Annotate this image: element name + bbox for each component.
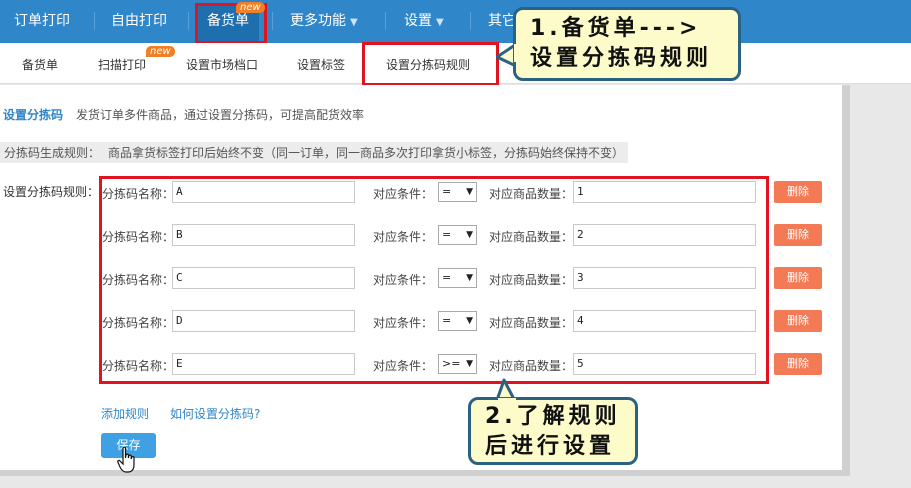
chevron-down-icon: ▼ [466,187,473,197]
delete-rule-button[interactable]: 删除 [774,310,822,332]
rule-qty-label: 对应商品数量： [489,273,574,287]
hand-cursor-icon [117,446,135,473]
rule-name-label: 分拣码名称： [102,230,175,244]
rule-cond-select[interactable]: = ▼ [438,182,477,202]
new-badge: new [236,2,265,13]
rule-qty-label: 对应商品数量： [489,187,574,201]
chevron-down-icon: ▼ [466,359,473,369]
nav-separator [385,12,386,30]
nav-separator [94,12,95,30]
tab-market-stall[interactable]: 设置市场档口 [186,43,258,83]
nav-separator [188,12,189,30]
callout-pointer-joint [498,398,516,406]
callout-step-1-line2: 设置分拣码规则 [530,46,713,71]
callout-step-1-line1: 1.备货单---> [530,16,702,41]
rule-qty-label: 对应商品数量： [489,230,574,244]
delete-rule-button[interactable]: 删除 [774,224,822,246]
rule-qty-input[interactable]: 4 [573,310,756,332]
chevron-down-icon: ▼ [436,17,444,28]
chevron-down-icon: ▼ [350,17,358,28]
rule-name-label: 分拣码名称： [102,187,175,201]
rule-name-input[interactable]: C [172,267,355,289]
nav-more-features[interactable]: 更多功能 ▼ [290,0,358,43]
nav-separator [470,12,471,30]
nav-other[interactable]: 其它 [488,0,516,43]
nav-order-print[interactable]: 订单打印 [14,0,70,43]
rule-qty-label: 对应商品数量： [489,316,574,330]
rule-qty-input[interactable]: 1 [573,181,756,203]
rule-cond-value: = [442,271,452,284]
rule-cond-select[interactable]: = ▼ [438,225,477,245]
nav-free-print[interactable]: 自由打印 [111,0,167,43]
rule-cond-value: = [442,185,452,198]
rule-cond-label: 对应条件： [373,359,434,373]
nav-more-label: 更多功能 [290,13,346,29]
rule-cond-value: >= [442,357,461,370]
delete-rule-button[interactable]: 删除 [774,353,822,375]
chevron-down-icon: ▼ [466,230,473,240]
new-badge: new [146,46,175,57]
rule-name-input[interactable]: D [172,310,355,332]
rule-qty-input[interactable]: 3 [573,267,756,289]
callout-pointer-joint [514,44,523,62]
callout-step-1: 1.备货单---> 设置分拣码规则 [513,7,741,81]
rule-cond-label: 对应条件： [373,187,434,201]
rule-qty-input[interactable]: 5 [573,353,756,375]
rule-name-input[interactable]: B [172,224,355,246]
rule-qty-input[interactable]: 2 [573,224,756,246]
content-shadow [842,85,850,470]
callout-step-2-line1: 2.了解规则 [485,404,621,429]
delete-rule-button[interactable]: 删除 [774,267,822,289]
rule-cond-value: = [442,314,452,327]
callout-step-2-line2: 后进行设置 [485,434,616,459]
rule-cond-label: 对应条件： [373,316,434,330]
nav-settings-label: 设置 [404,13,432,29]
rule-note-label: 分拣码生成规则： [4,146,101,160]
rule-cond-select[interactable]: = ▼ [438,268,477,288]
delete-rule-button[interactable]: 删除 [774,181,822,203]
rule-name-input[interactable]: E [172,353,355,375]
tab-scan-print[interactable]: 扫描打印 [98,43,146,83]
rule-cond-label: 对应条件： [373,273,434,287]
tab-set-label[interactable]: 设置标签 [297,43,345,83]
rule-cond-select[interactable]: = ▼ [438,311,477,331]
how-to-link[interactable]: 如何设置分拣码? [170,405,260,422]
nav-separator [272,12,273,30]
add-rule-link[interactable]: 添加规则 [101,405,149,422]
nav-settings[interactable]: 设置 ▼ [404,0,444,43]
chevron-down-icon: ▼ [466,273,473,283]
rule-name-label: 分拣码名称： [102,316,175,330]
highlight-sort-code-tab [362,42,499,86]
rule-qty-label: 对应商品数量： [489,359,574,373]
rule-cond-value: = [442,228,452,241]
rule-name-input[interactable]: A [172,181,355,203]
page-description: 发货订单多件商品，通过设置分拣码，可提高配货效率 [76,108,365,122]
chevron-down-icon: ▼ [466,316,473,326]
rule-cond-label: 对应条件： [373,230,434,244]
tab-stock-list[interactable]: 备货单 [22,43,58,83]
rule-cond-select[interactable]: >= ▼ [438,354,477,374]
rule-note-text: 商品拿货标签打印后始终不变（同一订单，同一商品多次打印拿货小标签，分拣码始终保持… [108,146,625,160]
rule-note: 分拣码生成规则： 商品拿货标签打印后始终不变（同一订单，同一商品多次打印拿货小标签… [0,142,629,163]
page-title: 设置分拣码 [3,108,64,122]
callout-step-2: 2.了解规则 后进行设置 [468,397,638,465]
rule-name-label: 分拣码名称： [102,359,175,373]
top-navigation: 订单打印 自由打印 备货单 更多功能 ▼ 设置 ▼ 其它 [0,0,911,43]
rules-label: 设置分拣码规则： [3,185,100,199]
rule-name-label: 分拣码名称： [102,273,175,287]
